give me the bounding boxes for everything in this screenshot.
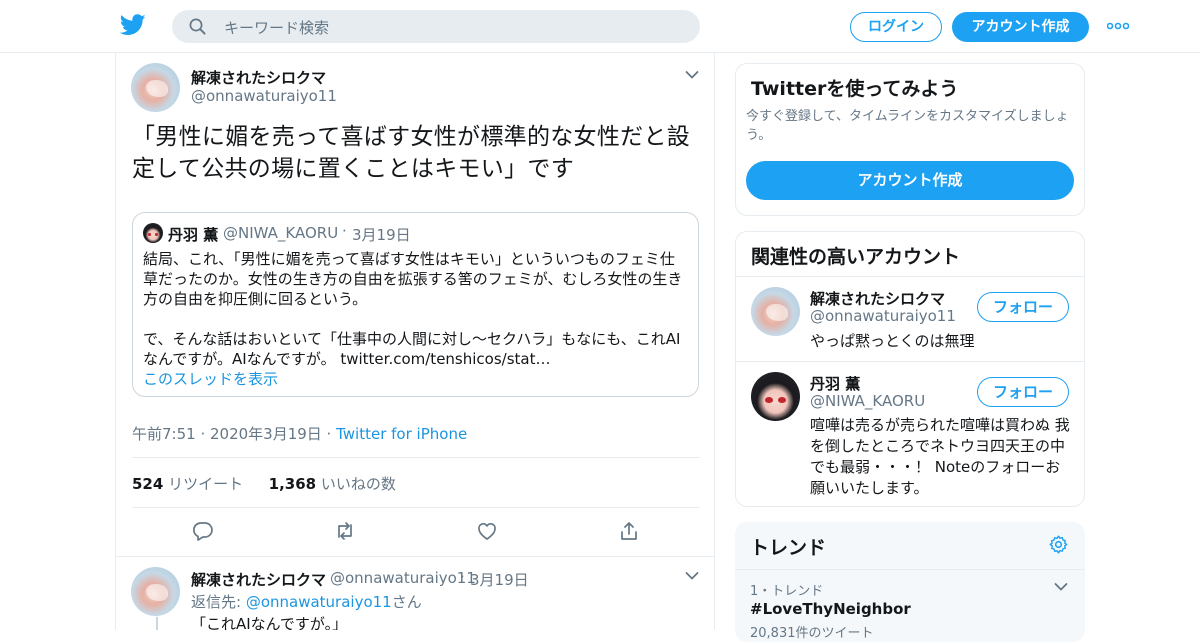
author-name[interactable]: 解凍されたシロクマ (191, 67, 326, 88)
reply-date[interactable]: 3月19日 (470, 569, 529, 590)
top-navigation-bar: ログイン アカウント作成 (0, 0, 1200, 53)
tweet-text: 「男性に媚を売って喜ばす女性が標準的な女性だと設定して公共の場に置くことはキモい… (132, 124, 691, 182)
related-account[interactable]: 解凍されたシロクマ @onnawaturaiyo11 フォロー やっぱ黙っとくの… (736, 276, 1084, 362)
search-input[interactable] (222, 10, 686, 45)
thread-line (156, 617, 158, 630)
replying-to-prefix: 返信先: (191, 593, 246, 611)
like-count[interactable]: 1,368 (269, 475, 316, 493)
chevron-down-icon[interactable] (685, 70, 699, 80)
reply-author-name[interactable]: 解凍されたシロクマ (191, 569, 326, 590)
quote-date: 3月19日 (352, 226, 411, 244)
account-bio: やっぱ黙っとくのは無理 (810, 332, 975, 350)
trend-name[interactable]: #LoveThyNeighbor (750, 600, 911, 618)
quote-body: 結局、これ、「男性に媚を売って喜ばす女性はキモい」といういつものフェミ仕草だった… (143, 250, 683, 368)
tweet-source-link[interactable]: Twitter for iPhone (336, 425, 467, 443)
replying-to: 返信先: @onnawaturaiyo11さん (191, 591, 422, 612)
reply-author-handle[interactable]: @onnawaturaiyo11 (330, 569, 476, 587)
search-icon (189, 18, 206, 35)
account-name[interactable]: 丹羽 薫 (810, 373, 860, 394)
search-bar[interactable] (172, 10, 700, 45)
like-label[interactable]: いいねの数 (321, 475, 396, 493)
divider (132, 507, 700, 508)
account-handle[interactable]: @NIWA_KAORU (810, 392, 925, 410)
account-handle[interactable]: @onnawaturaiyo11 (810, 307, 956, 325)
retweet-count[interactable]: 524 (132, 475, 163, 493)
like-icon[interactable] (476, 520, 498, 542)
quote-author-name: 丹羽 薫 (168, 226, 219, 244)
more-dots-icon[interactable] (1107, 22, 1129, 30)
author-handle[interactable]: @onnawaturaiyo11 (191, 87, 337, 105)
replying-to-suffix: さん (391, 593, 422, 611)
account-name[interactable]: 解凍されたシロクマ (810, 288, 945, 309)
avatar[interactable] (131, 567, 180, 616)
login-button[interactable]: ログイン (850, 12, 942, 42)
related-accounts-card: 関連性の高いアカウント 解凍されたシロクマ @onnawaturaiyo11 フ… (735, 231, 1085, 507)
signup-card-title: Twitterを使ってみよう (751, 78, 959, 100)
avatar[interactable] (751, 287, 800, 336)
tweet-timestamp: 午前7:51 · 2020年3月19日 · Twitter for iPhone (132, 423, 467, 444)
reply-tweet[interactable]: 解凍されたシロクマ @onnawaturaiyo11 · 3月19日 返信先: … (116, 557, 714, 630)
related-accounts-title: 関連性の高いアカウント (751, 246, 961, 268)
trend-rank: 1・トレンド (750, 584, 824, 599)
quoted-tweet[interactable]: 丹羽 薫 @NIWA_KAORU · 3月19日 結局、これ、「男性に媚を売って… (132, 212, 699, 397)
twitter-bird-icon[interactable] (120, 14, 146, 36)
account-bio: 喧嘩は売るが売られた喧嘩は買わぬ 我を倒したところでネトウヨ四天王の中でも最弱・… (810, 416, 1070, 497)
follow-button[interactable]: フォロー (977, 377, 1069, 407)
retweet-icon[interactable] (334, 520, 356, 542)
trends-card: トレンド 1・トレンド #LoveThyNeighbor 20,831件のツイー… (735, 522, 1085, 642)
signup-card-description: 今すぐ登録して、タイムラインをカスタマイズしましょう。 (746, 109, 1069, 143)
reply-icon[interactable] (192, 520, 214, 542)
quote-author-handle: @NIWA_KAORU (223, 224, 339, 242)
timestamp-text: 午前7:51 · 2020年3月19日 · (132, 425, 337, 443)
separator-dot: · (460, 568, 465, 586)
chevron-down-icon[interactable] (1054, 582, 1068, 592)
tweet-stats: 524 リツイート 1,368 いいねの数 (132, 473, 396, 494)
replying-to-link[interactable]: @onnawaturaiyo11 (246, 593, 392, 611)
avatar[interactable] (131, 63, 180, 112)
divider (735, 569, 1085, 570)
related-account[interactable]: 丹羽 薫 @NIWA_KAORU フォロー 喧嘩は売るが売られた喧嘩は買わぬ 我… (736, 361, 1084, 506)
signup-button[interactable]: アカウント作成 (952, 12, 1089, 42)
share-icon[interactable] (618, 520, 640, 542)
settings-gear-icon[interactable] (1048, 534, 1069, 555)
avatar[interactable] (751, 372, 800, 421)
separator-dot: · (342, 222, 347, 240)
signup-card: Twitterを使ってみよう 今すぐ登録して、タイムラインをカスタマイズしましょ… (735, 63, 1085, 216)
trends-title: トレンド (750, 537, 827, 559)
retweet-label[interactable]: リツイート (168, 475, 243, 493)
divider (132, 457, 700, 458)
tweet-column: 解凍されたシロクマ @onnawaturaiyo11 「男性に媚を売って喜ばす女… (115, 53, 715, 630)
quote-avatar (143, 223, 163, 243)
signup-card-button[interactable]: アカウント作成 (746, 161, 1074, 200)
show-thread-link[interactable]: このスレッドを表示 (143, 368, 278, 389)
follow-button[interactable]: フォロー (977, 292, 1069, 322)
reply-text: 「これAIなんですが。」 (191, 615, 348, 630)
chevron-down-icon[interactable] (685, 571, 699, 581)
trend-tweet-count: 20,831件のツイート (750, 626, 874, 641)
